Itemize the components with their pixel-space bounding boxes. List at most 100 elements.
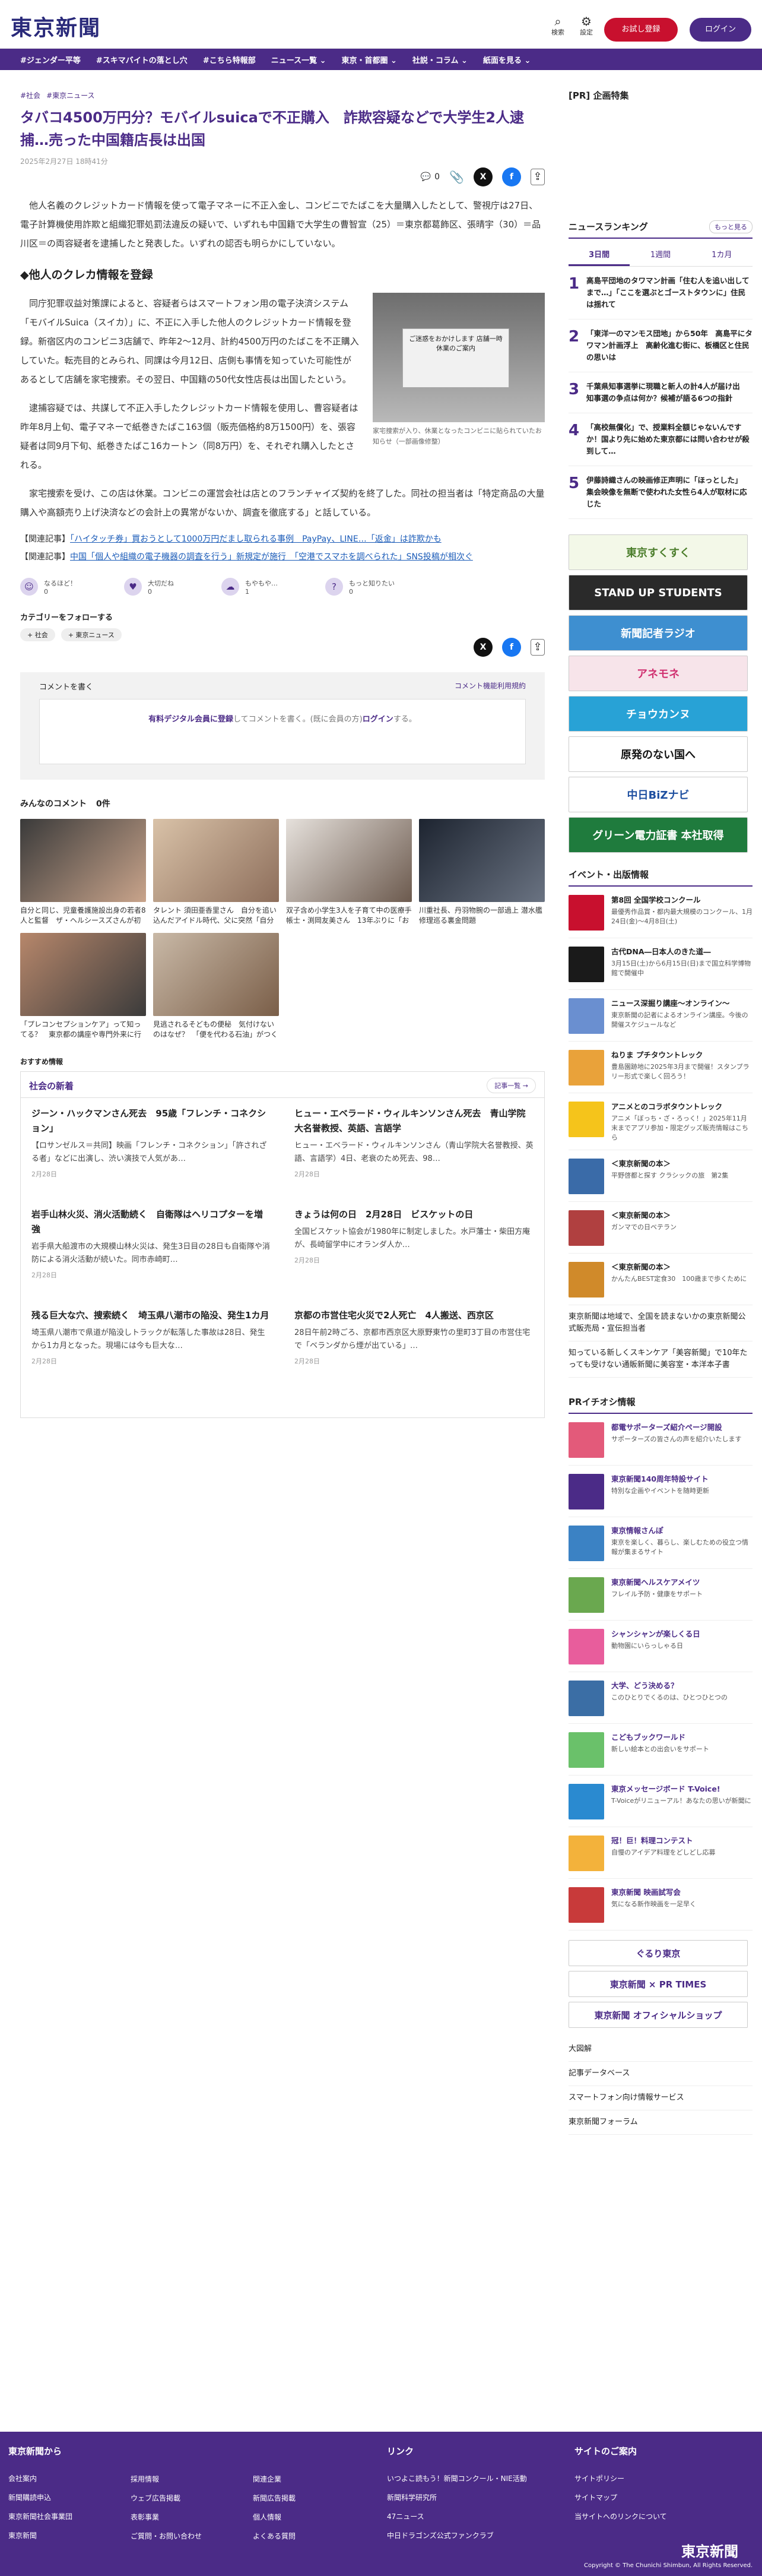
news-item[interactable]: ジーン・ハックマンさん死去 95歳「フレンチ・コネクション」 【ロサンゼルス＝共同… [31, 1106, 271, 1207]
nav-item[interactable]: #ジェンダー平等 [20, 54, 81, 65]
sidebar-banner[interactable]: アネモネ [569, 656, 748, 691]
nav-item[interactable]: 東京・首都圏 ⌄ [342, 54, 397, 65]
closed-store-photo[interactable]: ご迷惑をおかけします 店舗一時休業のご案内 [373, 293, 545, 422]
photo-card[interactable]: 見逃されるそどもの便秘 気付けないのはなぜ？ 「便を代わる石油」がつく書類確実の… [153, 933, 279, 1040]
bottom-banner[interactable]: 東京新聞 オフィシャルショップ [569, 2002, 748, 2028]
event-title[interactable]: アニメとのコラボタウントレック [611, 1102, 753, 1112]
card-image[interactable] [419, 819, 545, 902]
ranking-title[interactable]: 「東洋一のマンモス団地」から50年 高島平にタワマン計画浮上 高齢化進む街に、板… [586, 328, 753, 363]
footer-link[interactable]: 東京新聞社会事業団 [8, 2507, 72, 2526]
ranking-item[interactable]: 5 伊藤詩織さんの映画修正声明に「ほっとした」 集会映像を無断で使われた女性ら4人… [569, 474, 753, 519]
card-image[interactable] [153, 933, 279, 1016]
pr-title[interactable]: 冠！巨！料理コンテスト [611, 1836, 715, 1846]
settings-button[interactable]: ⚙ 設定 [574, 15, 598, 37]
event-item[interactable]: ＜東京新聞の本＞ ガンマでの日ベテラン [569, 1210, 753, 1254]
pr-item[interactable]: 東京新聞140周年特設サイト 特別な企画やイベントを随時更新 [569, 1474, 753, 1517]
photo-card[interactable]: 双子含め小学生3人を子育て中の医療手帳士・渕岡友美さん 13年ぶりに「おはよう日… [286, 819, 412, 926]
card-image[interactable] [153, 819, 279, 902]
pr-item[interactable]: 東京新聞ヘルスケアメイツ フレイル予防・健康をサポート [569, 1577, 753, 1621]
pr-item[interactable]: 東京情報さんぽ 東京を楽しく、暮らし、楽しむための役立つ情報が集まるサイト [569, 1526, 753, 1569]
news-item[interactable]: 岩手山林火災、消火活動続く 自衛隊はヘリコプターを増強 岩手県大船渡市の大規模山林… [31, 1207, 271, 1308]
photo-card[interactable]: 「プレコンセプションケア」って知ってる？ 東京都の講座や専門外来に行ってみた [20, 933, 146, 1040]
trial-button[interactable]: お試し登録 [604, 18, 678, 42]
reaction-button[interactable]: ☁ もやもや… 1 [221, 578, 278, 596]
nav-item[interactable]: 紙面を見る ⌄ [483, 54, 531, 65]
footer-link[interactable]: 当サイトへのリンクについて [574, 2507, 667, 2526]
comment-count[interactable]: 💬 0 [421, 172, 440, 182]
pr-item[interactable]: 東京新聞 映画試写会 気になる新作映画を一足早く [569, 1887, 753, 1931]
event-title[interactable]: ＜東京新聞の本＞ [611, 1262, 747, 1273]
photo-card[interactable]: 自分と同じ、児童養護施設出身の若者8人と監督 ザ・ヘルシースズさんが初監督映画「… [20, 819, 146, 926]
tag-tokyo[interactable]: #東京ニュース [46, 90, 94, 100]
clip-icon[interactable]: 📎 [449, 170, 464, 184]
sidebar-link[interactable]: 東京新聞は地域で、全国を読まないかの東京新聞公式販売局・宣伝担当者 [569, 1305, 753, 1341]
footer-link[interactable]: サイトマップ [574, 2488, 667, 2507]
site-logo[interactable]: 東京新聞 [11, 11, 101, 42]
footer-link[interactable]: 新聞広告掲載 [253, 2489, 296, 2508]
sidebar-footer-link[interactable]: 東京新聞フォーラム [569, 2110, 753, 2135]
pr-title[interactable]: 東京情報さんぽ [611, 1526, 753, 1536]
login-button[interactable]: ログイン [690, 18, 751, 42]
event-item[interactable]: ＜東京新聞の本＞ かんたんBEST定食30 100歳まで歩くために [569, 1262, 753, 1305]
bottom-banner[interactable]: ぐるり東京 [569, 1940, 748, 1966]
sidebar-banner[interactable]: グリーン電力証書 本社取得 [569, 817, 748, 853]
reaction-button[interactable]: ☺ なるほど！ 0 [20, 578, 77, 596]
footer-link[interactable]: 表彰事業 [131, 2508, 202, 2527]
pr-item[interactable]: 大学、どう決める？ このひとりでくるのは、ひとつひとつの [569, 1681, 753, 1724]
news-title[interactable]: 岩手山林火災、消火活動続く 自衛隊はヘリコプターを増強 [31, 1207, 271, 1237]
event-title[interactable]: 第8回 全国学校コンクール [611, 895, 753, 906]
footer-link[interactable]: 関連企業 [253, 2470, 296, 2489]
footer-logo[interactable]: 東京新聞 [681, 2540, 738, 2561]
event-item[interactable]: 第8回 全国学校コンクール 最優秀作品賞・都内最大規模のコンクール、1月24日(金… [569, 895, 753, 938]
share-icon[interactable]: ⇪ [531, 169, 545, 185]
news-title[interactable]: 残る巨大な穴、捜索続く 埼玉県八潮市の陥没、発生1カ月 [31, 1308, 271, 1323]
footer-link[interactable]: 会社案内 [8, 2469, 72, 2488]
related-link[interactable]: 「ハイタッチ券」買おうとして1000万円だまし取られる事例 PayPay、LIN… [70, 534, 442, 544]
news-item[interactable]: きょうは何の日 2月28日 ビスケットの日 全国ビスケット協会が1980年に制定し… [294, 1207, 534, 1308]
sidebar-footer-link[interactable]: 大図解 [569, 2037, 753, 2062]
footer-link[interactable]: 東京新聞 [8, 2526, 72, 2545]
footer-link[interactable]: 個人情報 [253, 2508, 296, 2527]
card-image[interactable] [20, 933, 146, 1016]
facebook-share-icon[interactable]: f [502, 167, 521, 186]
comment-policy-link[interactable]: コメント機能利用規約 [455, 681, 526, 692]
tab-3days[interactable]: 3日間 [569, 243, 630, 266]
event-title[interactable]: ＜東京新聞の本＞ [611, 1159, 728, 1169]
news-item[interactable]: 残る巨大な穴、捜索続く 埼玉県八潮市の陥没、発生1カ月 埼玉県八潮市で県道が陥没し… [31, 1308, 271, 1409]
photo-card[interactable]: タレント 須田亜香里さん 自分を追い込んだアイドル時代、父に突然「自分のこと好き… [153, 819, 279, 926]
pr-item[interactable]: 都電サポーターズ紹介ページ開設 サポーターズの皆さんの声を紹介いたします [569, 1422, 753, 1466]
pr-title[interactable]: こどもブックワールド [611, 1732, 709, 1743]
tab-1month[interactable]: 1カ月 [691, 243, 753, 266]
news-item[interactable]: 京都の市営住宅火災で2人死亡 4人搬送、西京区 28日午前2時ごろ、京都市西京区大… [294, 1308, 534, 1409]
footer-link[interactable]: よくある質問 [253, 2527, 296, 2546]
ranking-title[interactable]: 伊藤詩織さんの映画修正声明に「ほっとした」 集会映像を無断で使われた女性ら4人が… [586, 474, 753, 510]
ranking-more-button[interactable]: もっと見る [709, 220, 753, 233]
tab-1week[interactable]: 1週間 [630, 243, 691, 266]
footer-link[interactable]: 新聞購読申込 [8, 2488, 72, 2507]
event-title[interactable]: ニュース深掘り講座～オンライン～ [611, 998, 753, 1009]
pr-title[interactable]: 都電サポーターズ紹介ページ開設 [611, 1422, 741, 1433]
follow-tokyo-button[interactable]: + 東京ニュース [61, 628, 122, 641]
nav-item[interactable]: #スキマバイトの落とし穴 [96, 54, 188, 65]
event-title[interactable]: ねりま プチタウントレック [611, 1050, 753, 1061]
comment-login-link[interactable]: ログイン [363, 715, 393, 724]
pr-title[interactable]: 東京新聞140周年特設サイト [611, 1474, 709, 1485]
search-button[interactable]: ⌕ 検索 [546, 15, 570, 37]
event-title[interactable]: ＜東京新聞の本＞ [611, 1210, 677, 1221]
bottom-banner[interactable]: 東京新聞 × PR TIMES [569, 1971, 748, 1997]
photo-card[interactable]: 川重社長、丹羽物腕の一部過上 潜水艦修理巡る裏金問題 [419, 819, 545, 926]
nav-item[interactable]: #こちら特報部 [203, 54, 256, 65]
news-item[interactable]: ヒュー・エベラード・ウィルキンソンさん死去 青山学院大名誉教授、英語、言語学 ヒュ… [294, 1106, 534, 1207]
ranking-item[interactable]: 1 高島平団地のタワマン計画「住む人を追い出してまで…」「ここを選ぶとゴーストタウ… [569, 275, 753, 319]
footer-link[interactable]: 採用情報 [131, 2470, 202, 2489]
reaction-button[interactable]: ? もっと知りたい 0 [325, 578, 395, 596]
news-title[interactable]: きょうは何の日 2月28日 ビスケットの日 [294, 1207, 534, 1222]
sidebar-banner[interactable]: STAND UP STUDENTS [569, 575, 748, 610]
event-item[interactable]: ねりま プチタウントレック 豊島園跡地に2025年3月まで開催！スタンプラリー形式… [569, 1050, 753, 1093]
ranking-item[interactable]: 3 千葉県知事選挙に現職と新人の計4人が届け出 知事選の争点は何か？候補が語る6つ… [569, 381, 753, 413]
ranking-item[interactable]: 2 「東洋一のマンモス団地」から50年 高島平にタワマン計画浮上 高齢化進む街に、… [569, 328, 753, 372]
related-link[interactable]: 中国「個人や組織の電子機器の調査を行う」新規定が施行 「空港でスマホを調べられた… [70, 552, 473, 562]
sidebar-banner[interactable]: 新聞記者ラジオ [569, 615, 748, 651]
event-item[interactable]: アニメとのコラボタウントレック アニメ「ぼっち・ざ・ろっく！」2025年11月末ま… [569, 1102, 753, 1150]
news-title[interactable]: 京都の市営住宅火災で2人死亡 4人搬送、西京区 [294, 1308, 534, 1323]
